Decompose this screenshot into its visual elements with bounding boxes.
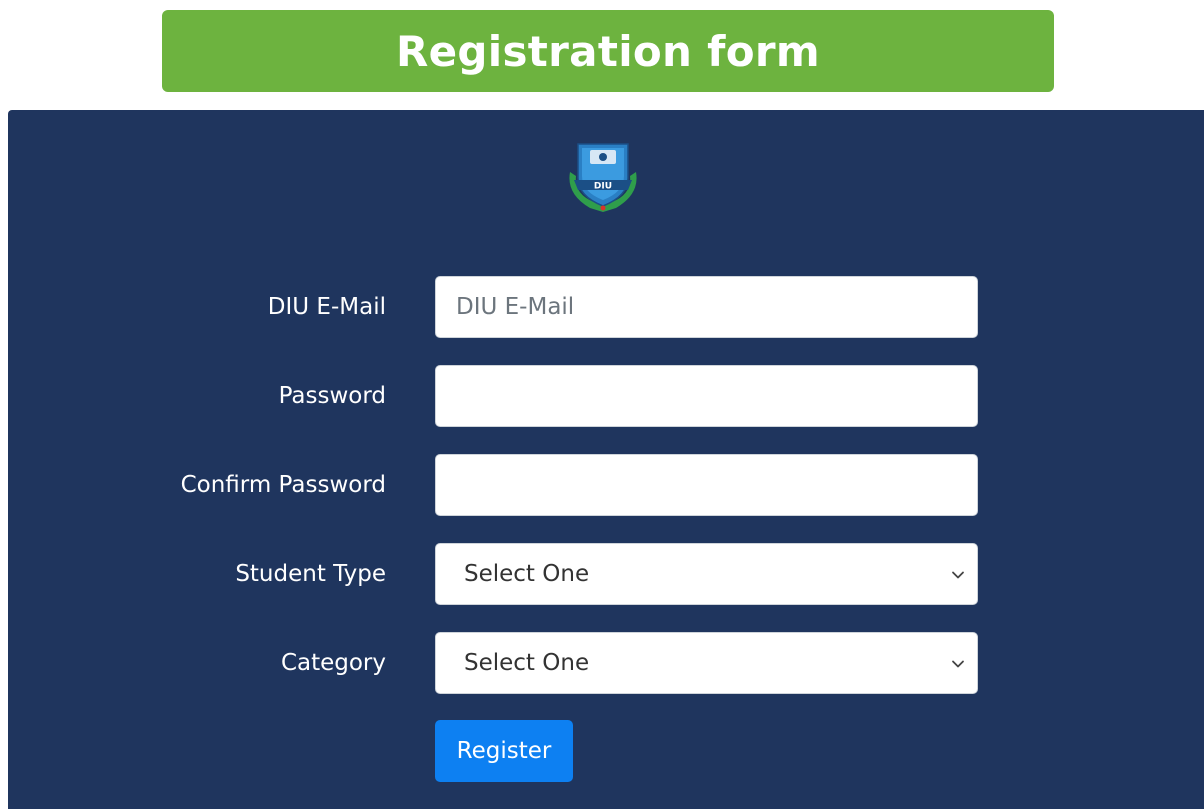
confirm-password-label: Confirm Password	[180, 472, 386, 498]
password-label: Password	[278, 383, 386, 409]
category-select[interactable]: Select One	[435, 632, 978, 694]
student-type-select[interactable]: Select One	[435, 543, 978, 605]
register-button[interactable]: Register	[435, 720, 573, 782]
category-label: Category	[280, 650, 386, 676]
password-row: Password	[0, 364, 1204, 428]
category-row: Category Select One	[0, 631, 1204, 695]
logo-text: DIU	[594, 182, 612, 192]
confirm-password-field[interactable]	[435, 454, 978, 516]
confirm-password-row: Confirm Password	[0, 453, 1204, 517]
title-banner: Registration form	[162, 10, 1054, 92]
email-field[interactable]	[435, 276, 978, 338]
page-title: Registration form	[396, 26, 820, 76]
email-row: DIU E-Mail	[0, 275, 1204, 339]
password-field[interactable]	[435, 365, 978, 427]
chevron-down-icon	[952, 571, 964, 579]
student-type-selected-value: Select One	[464, 561, 590, 587]
email-label: DIU E-Mail	[267, 294, 386, 320]
diu-logo-icon: DIU	[569, 143, 637, 212]
chevron-down-icon	[952, 660, 964, 668]
student-type-row: Student Type Select One	[0, 542, 1204, 606]
student-type-label: Student Type	[235, 561, 386, 587]
registration-page: Registration form DIU DIU E-Mail Passwor…	[0, 0, 1204, 809]
category-selected-value: Select One	[464, 650, 590, 676]
